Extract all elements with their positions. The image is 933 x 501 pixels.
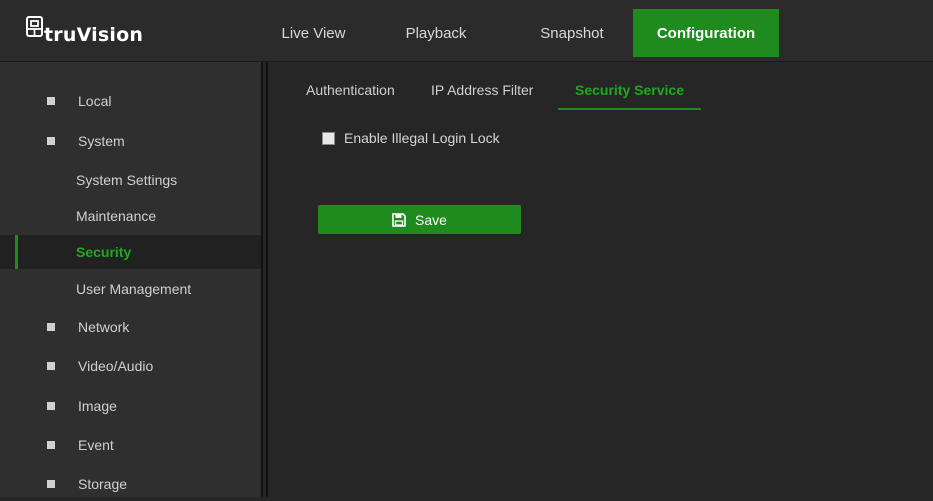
sidebar-item-label: Security [76, 244, 132, 260]
sidebar-item-event[interactable]: Event [0, 428, 261, 462]
network-logo-icon [26, 16, 43, 37]
top-bar: truVision Live View Playback Snapshot Co… [0, 0, 933, 62]
sidebar-item-system-settings[interactable]: System Settings [0, 163, 261, 197]
sidebar-item-label: User Management [76, 281, 192, 297]
sidebar-item-label: Video/Audio [78, 358, 154, 374]
square-bullet-icon [47, 137, 55, 145]
sidebar-divider [266, 62, 268, 497]
sidebar-item-security[interactable]: Security [0, 235, 261, 269]
sidebar-item-user-management[interactable]: User Management [0, 272, 261, 306]
sidebar-item-network[interactable]: Network [0, 310, 261, 344]
nav-live-view[interactable]: Live View [266, 9, 361, 57]
illegal-login-lock-checkbox[interactable] [322, 131, 335, 145]
sidebar-item-local[interactable]: Local [0, 84, 261, 118]
nav-playback[interactable]: Playback [361, 9, 511, 57]
sidebar-item-maintenance[interactable]: Maintenance [0, 199, 261, 233]
save-button-label: Save [415, 211, 447, 228]
nav-snapshot[interactable]: Snapshot [511, 9, 633, 57]
square-bullet-icon [47, 97, 55, 105]
illegal-login-lock-label: Enable Illegal Login Lock [344, 130, 500, 146]
brand-name: truVision [44, 24, 144, 46]
illegal-login-lock-row: Enable Illegal Login Lock [322, 128, 500, 148]
config-tabs: Authentication IP Address Filter Securit… [290, 72, 701, 110]
tab-authentication[interactable]: Authentication [290, 72, 415, 108]
sidebar-item-system[interactable]: System [0, 124, 261, 158]
sidebar-item-label: Image [78, 398, 117, 414]
sidebar-item-label: System [78, 133, 125, 149]
square-bullet-icon [47, 480, 55, 488]
sidebar-item-video-audio[interactable]: Video/Audio [0, 349, 261, 383]
sidebar-item-label: Local [78, 93, 112, 109]
nav-configuration[interactable]: Configuration [633, 9, 779, 57]
active-indicator [15, 235, 18, 269]
sidebar: Local System System Settings Maintenance… [0, 62, 261, 497]
sidebar-item-image[interactable]: Image [0, 389, 261, 423]
square-bullet-icon [47, 441, 55, 449]
square-bullet-icon [47, 362, 55, 370]
sidebar-item-label: Storage [78, 476, 128, 492]
square-bullet-icon [47, 402, 55, 410]
sidebar-item-label: System Settings [76, 172, 178, 188]
sidebar-item-label: Maintenance [76, 208, 157, 224]
sidebar-item-storage[interactable]: Storage [0, 467, 261, 501]
tab-security-service[interactable]: Security Service [558, 72, 701, 110]
sidebar-item-label: Event [78, 437, 114, 453]
sidebar-divider [261, 62, 263, 497]
square-bullet-icon [47, 323, 55, 331]
sidebar-item-label: Network [78, 319, 130, 335]
tab-ip-address-filter[interactable]: IP Address Filter [415, 72, 558, 108]
save-button[interactable]: Save [318, 205, 521, 234]
floppy-disk-icon [392, 212, 406, 227]
brand-logo: truVision [26, 14, 143, 48]
main-nav: Live View Playback Snapshot Configuratio… [266, 9, 779, 57]
